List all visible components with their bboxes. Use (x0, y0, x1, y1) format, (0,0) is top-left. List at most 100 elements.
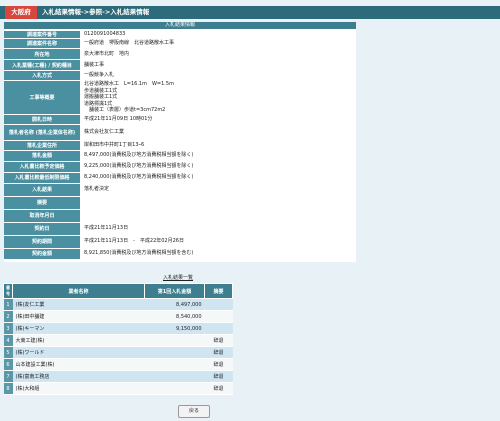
info-label: 所在地 (4, 49, 80, 59)
info-label: 調達案件名称 (4, 39, 80, 48)
info-row: 調達案件名称 一般府道 堺阪南線 北谷道路散水工事 (4, 39, 356, 48)
col-header-num: 番号 (3, 283, 13, 299)
info-row: 工事等概要 北谷道路散水工 L=16.1m W=1.5m 歩道舗装工1式 運搬舗装… (4, 81, 356, 114)
table-row: 2 (株)田中舗建 8,540,000 (3, 310, 233, 323)
bid-remark: 辞退 (204, 358, 233, 371)
table-row: 6 山本建設工業(株) 辞退 (3, 358, 233, 371)
info-row: 摘要 (4, 196, 356, 209)
info-value: 平成21年11月09日 10時01分 (80, 114, 356, 124)
table-row: 5 (株)ワールド 辞退 (3, 346, 233, 359)
bid-remark: 辞退 (204, 382, 233, 395)
info-label: 入札書比較最低制限価格 (4, 172, 80, 183)
info-value: 9,225,000(消費税及び地方消費税相当額を除く) (80, 161, 356, 172)
info-row: 調達案件番号 0120091004833 (4, 31, 356, 38)
bidder-name: (株)キーマン (12, 322, 145, 335)
bid-amount: 9,150,000 (144, 322, 205, 335)
row-number: 4 (3, 334, 13, 347)
info-value: 岸和田市中井町1丁目13ｰ6 (80, 140, 356, 150)
bid-amount (144, 358, 205, 371)
info-label: 取消年月日 (4, 209, 80, 222)
info-row: 開札日時 平成21年11月09日 10時01分 (4, 114, 356, 124)
bid-remark (204, 298, 233, 311)
table-row: 8 (株)大和組 辞退 (3, 382, 233, 395)
bidder-name: (株)大和組 (12, 382, 145, 395)
info-value: 株式会社友仁工業 (80, 124, 356, 140)
info-label: 摘要 (4, 196, 80, 209)
info-row: 入札書比較最低制限価格 8,240,000(消費税及び地方消費税相当額を除く) (4, 172, 356, 183)
bid-amount (144, 346, 205, 359)
info-row: 落札企業住所 岸和田市中井町1丁目13ｰ6 (4, 140, 356, 150)
info-label: 調達案件番号 (4, 31, 80, 38)
info-value: 落札者決定 (80, 183, 356, 196)
info-value: 0120091004833 (80, 31, 356, 38)
bidder-name: (株)ワールド (12, 346, 145, 359)
bid-info-table: 調達案件番号 0120091004833 調達案件名称 一般府道 堺阪南線 北谷道路散… (4, 30, 356, 260)
row-number: 8 (3, 382, 13, 395)
result-list-title: 入札結果一覧 (162, 275, 193, 281)
bidder-name: 山本建設工業(株) (12, 358, 145, 371)
info-value: 舗装工事 (80, 60, 356, 70)
info-row: 契約金額 8,921,850(消費税及び地方消費税相当額を含む) (4, 248, 356, 259)
col-header-remark: 摘要 (204, 283, 233, 299)
info-row: 入札業種(工種) / 契約種目 舗装工事 (4, 60, 356, 70)
panel-title: 入札結果情報 (4, 22, 356, 29)
info-value: 泉大津市北町 地内 (80, 49, 356, 59)
info-label: 工事等概要 (4, 81, 80, 114)
bid-amount: 8,540,000 (144, 310, 205, 323)
info-label: 契約金額 (4, 248, 80, 259)
bid-remark (204, 310, 233, 323)
col-header-name: 業者名称 (12, 283, 145, 299)
bid-remark: 辞退 (204, 346, 233, 359)
bid-amount (144, 370, 205, 383)
info-label: 入札結果 (4, 183, 80, 196)
info-label: 落札金額 (4, 150, 80, 161)
breadcrumb: 入札結果情報->参照->入札結果情報 (42, 8, 150, 16)
info-value (80, 196, 356, 209)
bid-result-table: 番号 業者名称 第1回入札金額 摘要 1 (株)友仁工業 8,497,000 2 (株)… (3, 283, 233, 395)
row-number: 1 (3, 298, 13, 311)
bidder-name: (株)富南工務店 (12, 370, 145, 383)
info-value: 一般府道 堺阪南線 北谷道路散水工事 (80, 39, 356, 48)
info-row: 取消年月日 (4, 209, 356, 222)
table-row: 1 (株)友仁工業 8,497,000 (3, 298, 233, 311)
row-number: 7 (3, 370, 13, 383)
col-header-amount: 第1回入札金額 (144, 283, 205, 299)
info-label: 入札書比較予定価格 (4, 161, 80, 172)
table-row: 7 (株)富南工務店 辞退 (3, 370, 233, 383)
bid-result-detail-panel: 入札結果情報 調達案件番号 0120091004833 調達案件名称 一般府道 堺阪南… (4, 22, 356, 262)
bid-amount (144, 382, 205, 395)
info-row: 入札結果 落札者決定 (4, 183, 356, 196)
bid-remark (204, 322, 233, 335)
info-label: 落札者名称 (落札企業体名称) (4, 124, 80, 140)
info-value: 8,921,850(消費税及び地方消費税相当額を含む) (80, 248, 356, 259)
info-row: 落札者名称 (落札企業体名称) 株式会社友仁工業 (4, 124, 356, 140)
row-number: 3 (3, 322, 13, 335)
row-number: 2 (3, 310, 13, 323)
info-row: 所在地 泉大津市北町 地内 (4, 49, 356, 59)
info-value: 平成21年11月13日 (80, 222, 356, 235)
bid-amount: 8,497,000 (144, 298, 205, 311)
row-number: 5 (3, 346, 13, 359)
info-row: 入札方式 一般競争入札 (4, 71, 356, 80)
back-button[interactable]: 戻る (178, 405, 210, 418)
bid-remark: 辞退 (204, 370, 233, 383)
info-label: 契約期間 (4, 235, 80, 248)
table-row: 3 (株)キーマン 9,150,000 (3, 322, 233, 335)
info-label: 契約日 (4, 222, 80, 235)
info-value: 8,497,000(消費税及び地方消費税相当額を除く) (80, 150, 356, 161)
info-value (80, 209, 356, 222)
prefecture-badge: 大阪府 (5, 6, 37, 19)
bidder-name: 大東工建(株) (12, 334, 145, 347)
info-value: 一般競争入札 (80, 71, 356, 80)
info-row: 契約日 平成21年11月13日 (4, 222, 356, 235)
info-row: 契約期間 平成21年11月13日 - 平成22年02月26日 (4, 235, 356, 248)
info-value: 平成21年11月13日 - 平成22年02月26日 (80, 235, 356, 248)
table-header-row: 番号 業者名称 第1回入札金額 摘要 (3, 283, 233, 299)
bidder-name: (株)友仁工業 (12, 298, 145, 311)
row-number: 6 (3, 358, 13, 371)
info-row: 入札書比較予定価格 9,225,000(消費税及び地方消費税相当額を除く) (4, 161, 356, 172)
bidder-name: (株)田中舗建 (12, 310, 145, 323)
info-value: 8,240,000(消費税及び地方消費税相当額を除く) (80, 172, 356, 183)
info-label: 入札方式 (4, 71, 80, 80)
bid-amount (144, 334, 205, 347)
